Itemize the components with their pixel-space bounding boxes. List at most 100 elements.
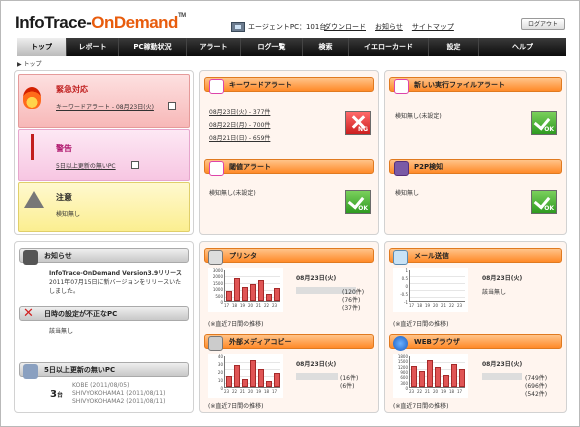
printer-bar: プリンタ <box>204 248 374 265</box>
y-tick-label: 500 <box>215 293 223 299</box>
chart-bar <box>258 369 264 387</box>
chart-bar <box>459 369 465 387</box>
y-tick-label: 1500 <box>397 359 408 365</box>
exclamation-icon <box>31 134 34 160</box>
p2p-title: P2P検知 <box>414 163 444 171</box>
y-tick-label: 0 <box>220 300 223 305</box>
info-panel: お知らせ InfoTrace-OnDemand Version3.9リリース 2… <box>14 241 194 413</box>
pc-icon <box>231 22 245 32</box>
mail-date: 08月23日(火) <box>482 275 523 282</box>
status-panel: 緊急対応 キーワードアラート - 08月23日(火) 警告 5日以上更新の無いP… <box>14 70 194 235</box>
tab-yellow-card[interactable]: イエローカード <box>349 38 429 56</box>
news-body-2: しました。 <box>49 288 80 295</box>
keyword-row-2[interactable]: 08月22日(月) - 700件 <box>209 120 270 129</box>
pc-icon <box>23 364 38 379</box>
header-links: ダウンロード お知らせ サイトマップ <box>324 22 454 32</box>
x-tick-label: 20 <box>433 389 439 394</box>
y-tick-label: 0.5 <box>401 276 408 281</box>
emergency-title: 緊急対応 <box>56 85 88 94</box>
news-link[interactable]: お知らせ <box>375 22 403 32</box>
mail-title: メール送信 <box>414 252 449 260</box>
x-tick-label: 20 <box>248 389 254 394</box>
sitemap-link[interactable]: サイトマップ <box>412 22 454 32</box>
external-media-line-2: (6件) <box>340 383 355 390</box>
x-tick-label: 19 <box>441 389 447 394</box>
speech-bubble-icon <box>23 250 38 265</box>
new-exec-bar: 新しい実行ファイルアラート <box>389 77 562 94</box>
warning-title: 警告 <box>56 144 72 153</box>
tab-search[interactable]: 検索 <box>303 38 349 56</box>
mail-icon <box>393 250 408 265</box>
alert-panel-2: 新しい実行ファイルアラート 検知無し(未設定) OK P2P検知 検知無し OK <box>384 70 567 235</box>
y-tick-label: 2000 <box>212 274 223 280</box>
printer-date: 08月23日(火) <box>296 275 337 282</box>
y-tick-label: 900 <box>400 370 408 375</box>
chart-bar <box>266 293 272 301</box>
tab-log-list[interactable]: ログ一覧 <box>241 38 303 56</box>
logo[interactable]: InfoTrace-OnDemandTM <box>15 13 186 33</box>
no-update-row-3[interactable]: SHIVYOKOHAMA2 (2011/08/11) <box>72 398 165 405</box>
chart-plot-area <box>409 356 465 388</box>
threshold-alert-title: 閾値アラート <box>229 163 271 171</box>
chart-bar <box>411 365 417 387</box>
y-tick-label: 1500 <box>212 280 223 286</box>
emergency-link[interactable]: キーワードアラート - 08月23日(火) <box>56 102 154 111</box>
logout-button[interactable]: ログアウト <box>521 18 565 30</box>
x-tick-label: 23 <box>224 389 230 394</box>
warning-link[interactable]: 5日以上更新の無いPC <box>56 161 116 170</box>
open-window-icon[interactable] <box>168 102 176 110</box>
web-date: 08月23日(火) <box>482 361 523 368</box>
x-tick-label: 18 <box>232 303 238 308</box>
y-tick-label: 1000 <box>212 287 223 293</box>
web-line-3: (542件) <box>525 391 548 398</box>
printer-title: プリンタ <box>229 252 257 260</box>
keyword-alert-title: キーワードアラート <box>229 81 292 89</box>
news-headline[interactable]: InfoTrace-OnDemand Version3.9リリース <box>49 268 182 277</box>
chart-plot-area <box>409 270 465 302</box>
time-incorrect-text: 該当無し <box>49 328 74 335</box>
tab-report[interactable]: レポート <box>67 38 119 56</box>
printer-line-3: (37件) <box>342 305 361 312</box>
bell-icon <box>209 161 224 176</box>
no-update-row-1[interactable]: KOBE (2011/08/05) <box>72 382 129 389</box>
chart-bar <box>451 363 457 387</box>
tab-pc-status[interactable]: PC稼動状況 <box>119 38 187 56</box>
time-incorrect-title: 日時の設定が不正なPC <box>44 310 118 318</box>
laptop-icon <box>394 161 409 176</box>
x-tick-label: 21 <box>240 389 246 394</box>
no-update-row-2[interactable]: SHIVYOKOHAMA1 (2011/08/11) <box>72 390 165 397</box>
keyword-row-1[interactable]: 08月23日(火) - 377件 <box>209 107 270 116</box>
x-tick-label: 17 <box>409 303 415 308</box>
notice-card: 注意 検知無し <box>18 182 190 232</box>
x-tick-label: 18 <box>417 303 423 308</box>
printer-note: (※直近7日間の推移) <box>208 321 264 328</box>
mail-chart: 1 0.5 0 -0.5 -1 17 18 19 20 21 22 23 <box>393 268 468 312</box>
main-nav: トップ レポート PC稼動状況 アラート ログ一覧 検索 イエローカード 設定 … <box>17 38 566 56</box>
notice-text: 検知無し <box>56 211 81 218</box>
keyword-row-3[interactable]: 08月21日(日) - 659件 <box>209 133 270 142</box>
chart-bar <box>274 288 280 301</box>
time-incorrect-bar: ✕ 日時の設定が不正なPC <box>19 306 189 321</box>
y-tick-label: 0 <box>405 284 408 289</box>
x-tick-label: 21 <box>256 303 262 308</box>
caution-icon <box>24 191 44 208</box>
threshold-alert-bar: 閾値アラート <box>204 159 374 176</box>
tab-top[interactable]: トップ <box>17 38 67 56</box>
download-link[interactable]: ダウンロード <box>324 22 366 32</box>
tab-alert[interactable]: アラート <box>187 38 241 56</box>
new-exec-text: 検知無し(未設定) <box>395 113 442 120</box>
fire-icon <box>23 87 41 109</box>
open-window-icon[interactable] <box>131 161 139 169</box>
p2p-text: 検知無し <box>395 190 420 197</box>
tab-help[interactable]: ヘルプ <box>479 38 566 56</box>
notice-title: 注意 <box>56 193 72 202</box>
external-media-bar: 外部メディアコピー <box>204 334 374 351</box>
y-tick-label: 300 <box>400 380 408 386</box>
ok-status-icon: OK <box>345 190 371 214</box>
y-tick-label: 600 <box>400 375 408 381</box>
tab-settings[interactable]: 設定 <box>429 38 479 56</box>
web-title: WEBブラウザ <box>414 338 460 346</box>
chart-bar <box>242 287 248 301</box>
y-tick-label: -0.5 <box>400 292 408 297</box>
y-tick-label: 20 <box>217 370 223 375</box>
